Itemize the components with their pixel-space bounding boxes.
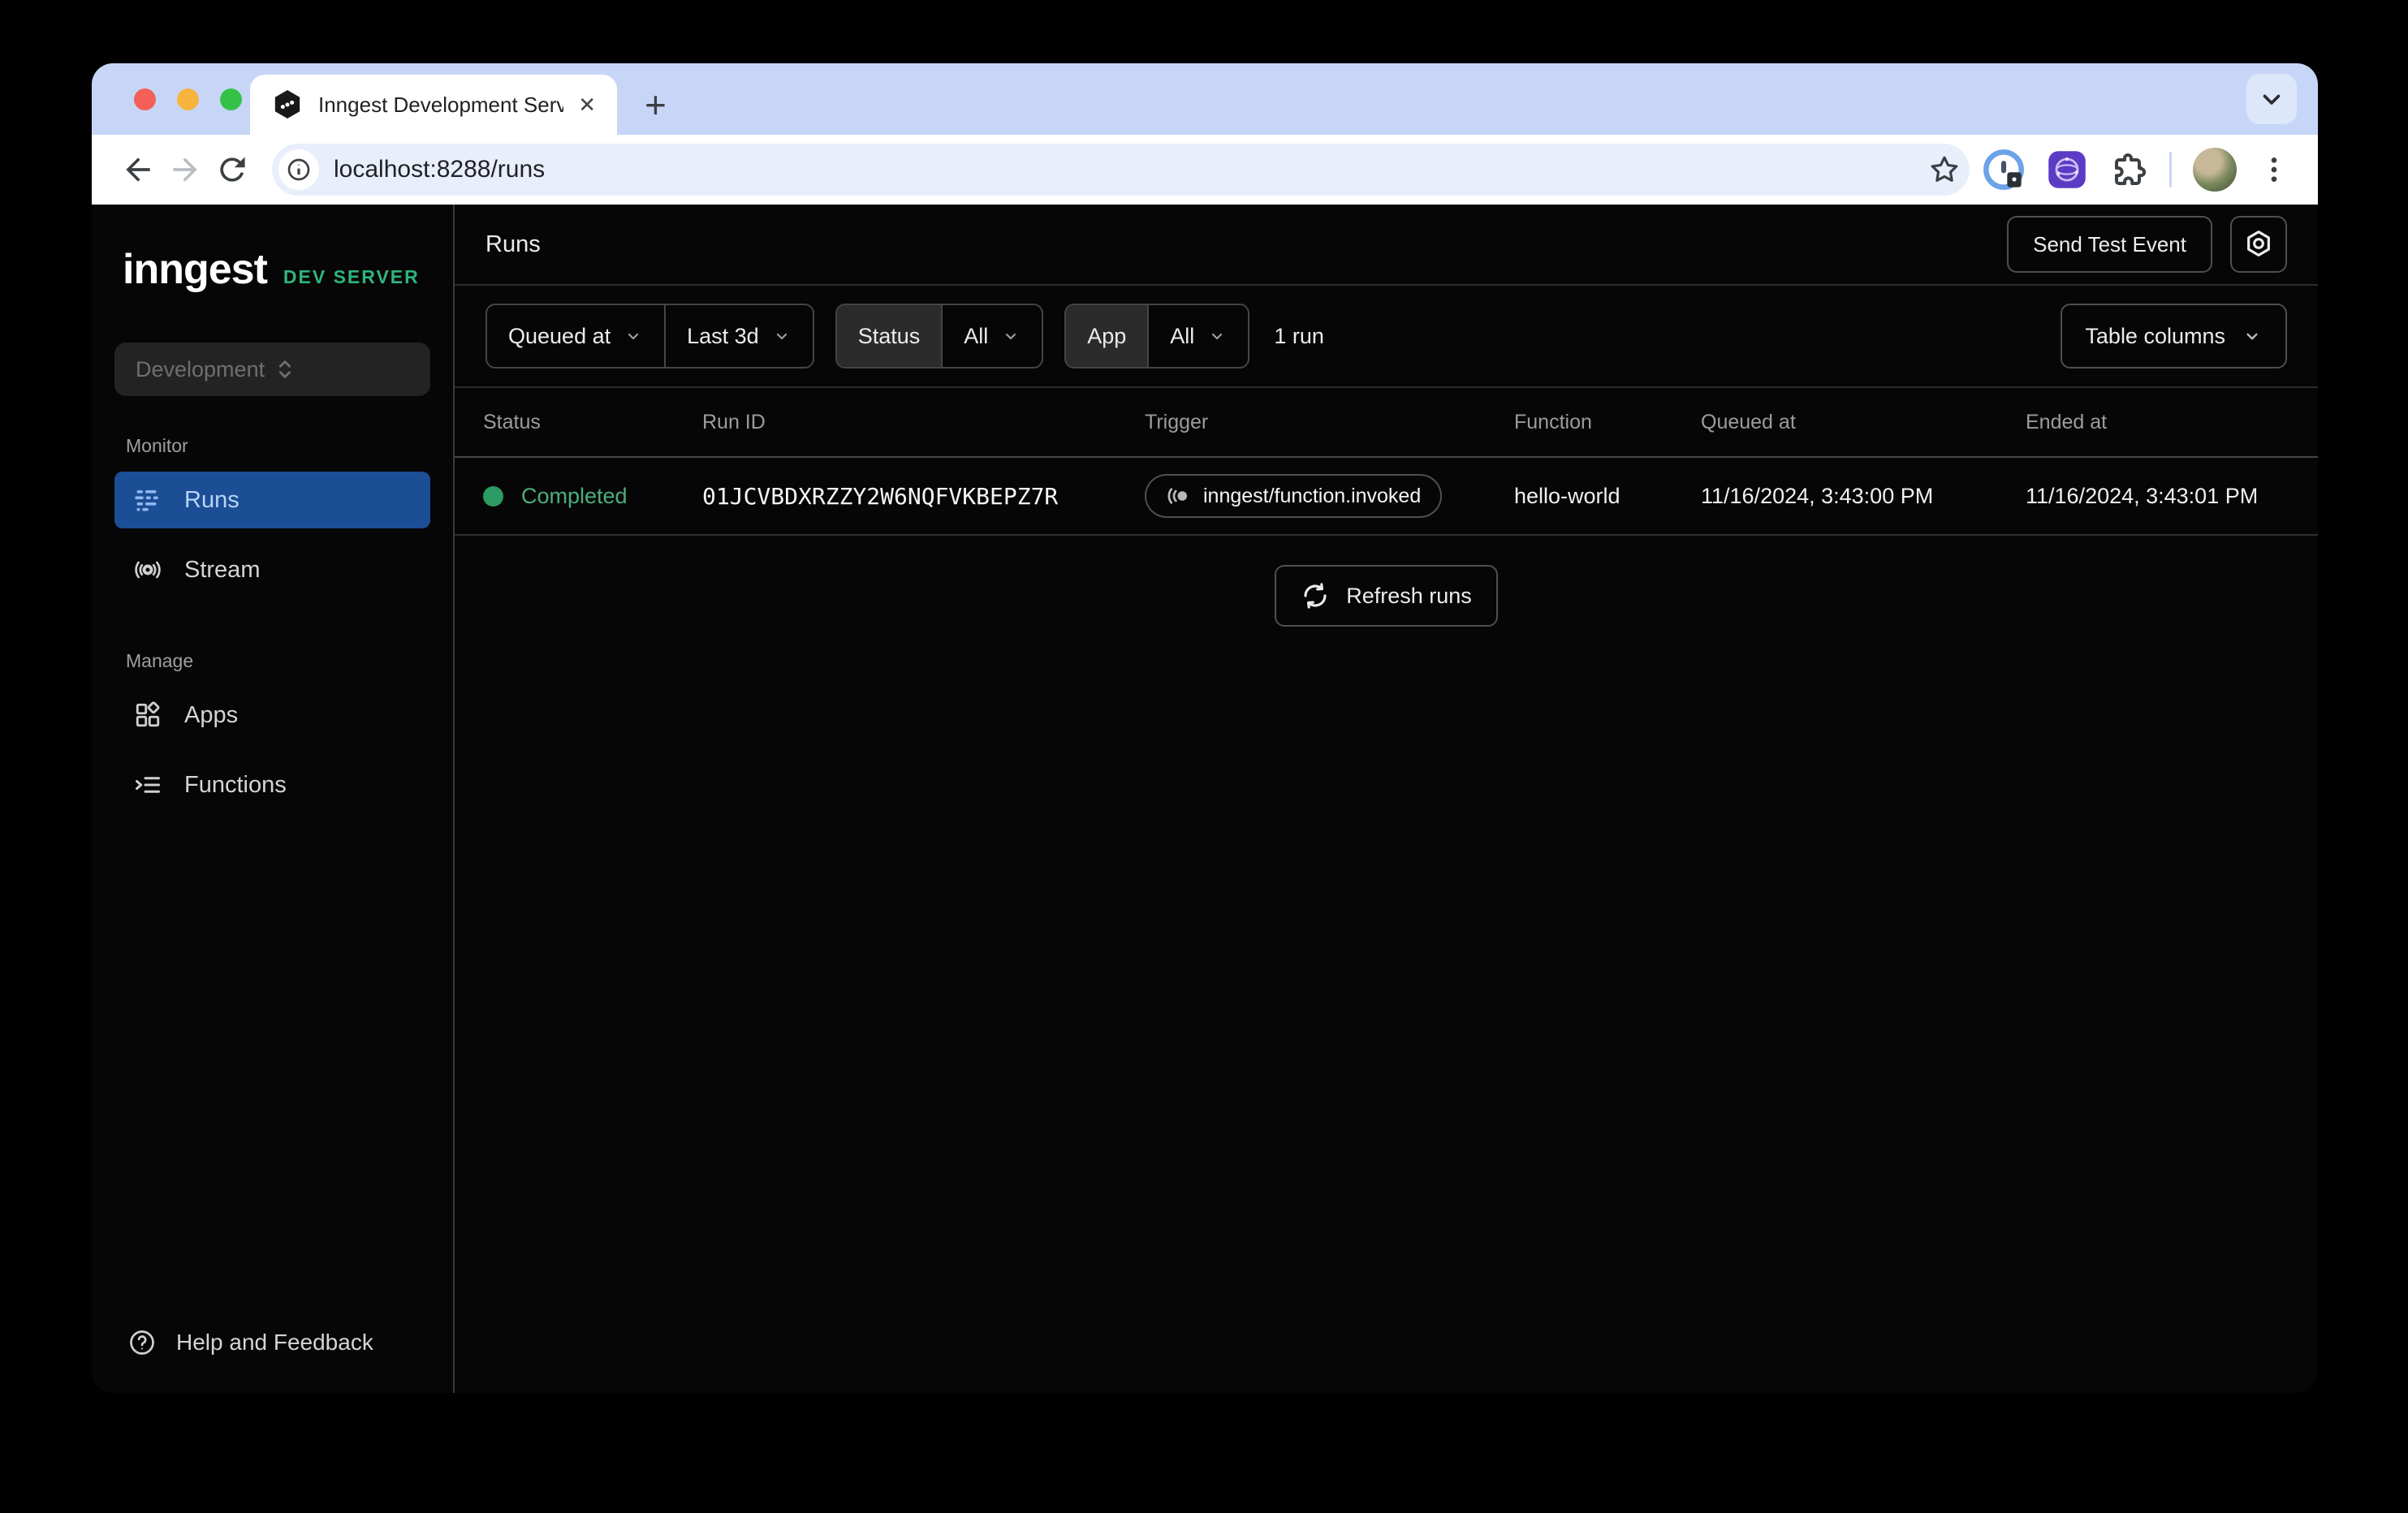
environment-selector-value: Development xyxy=(136,357,273,382)
chevron-down-icon xyxy=(2242,325,2263,347)
status-text: Completed xyxy=(521,484,628,509)
sidebar-item-label: Stream xyxy=(184,557,260,584)
table-columns-label: Table columns xyxy=(2085,324,2225,349)
chevron-updown-icon xyxy=(273,357,410,381)
reload-button[interactable] xyxy=(209,146,256,193)
browser-tab[interactable]: Inngest Development Server ✕ xyxy=(250,75,617,135)
browser-window: Inngest Development Server ✕ + localhost… xyxy=(92,63,2318,1393)
run-id-cell[interactable]: 01JCVBDXRZZY2W6NQFVKBEPZ7R xyxy=(702,483,1145,510)
close-window-button[interactable] xyxy=(134,88,156,110)
sidebar-item-functions[interactable]: Functions xyxy=(114,756,430,813)
refresh-icon xyxy=(1301,581,1330,610)
traffic-lights xyxy=(134,88,242,110)
app-filter-value[interactable]: All xyxy=(1147,305,1248,367)
ended-at-cell: 11/16/2024, 3:43:01 PM xyxy=(2026,484,2289,509)
maximize-window-button[interactable] xyxy=(220,88,242,110)
queued-at-cell: 11/16/2024, 3:43:00 PM xyxy=(1701,484,2026,509)
help-question-icon xyxy=(127,1328,157,1357)
sidebar-item-label: Runs xyxy=(184,487,240,514)
functions-icon xyxy=(132,770,163,800)
table-header: Status Run ID Trigger Function Queued at… xyxy=(455,388,2318,458)
app-filter-group: App All xyxy=(1064,304,1249,369)
column-header-run-id[interactable]: Run ID xyxy=(702,411,1145,434)
runs-icon xyxy=(132,485,163,515)
sidebar-item-stream[interactable]: Stream xyxy=(114,541,430,598)
queued-at-label: Queued at xyxy=(508,324,611,349)
browser-menu-kebab-icon[interactable] xyxy=(2258,153,2290,186)
environment-selector[interactable]: Development xyxy=(114,343,430,396)
page-title: Runs xyxy=(485,231,541,258)
status-filter-label: Status xyxy=(837,305,942,367)
bookmark-star-icon[interactable] xyxy=(1927,153,1961,187)
trigger-badge[interactable]: inngest/function.invoked xyxy=(1145,474,1442,518)
run-count: 1 run xyxy=(1274,324,1324,349)
chevron-down-icon xyxy=(624,326,643,346)
apps-icon xyxy=(132,700,163,730)
site-info-icon[interactable] xyxy=(278,149,319,190)
tab-strip: Inngest Development Server ✕ + xyxy=(92,63,2318,135)
url-text[interactable]: localhost:8288/runs xyxy=(334,156,1927,183)
inngest-favicon-icon xyxy=(271,88,304,121)
toolbar-separator xyxy=(2169,152,2172,188)
column-header-function[interactable]: Function xyxy=(1514,411,1701,434)
queued-at-filter[interactable]: Queued at xyxy=(487,305,664,367)
filter-bar: Queued at Last 3d Status xyxy=(455,286,2318,388)
tab-title: Inngest Development Server xyxy=(318,93,563,118)
minimize-window-button[interactable] xyxy=(177,88,199,110)
trigger-name: inngest/function.invoked xyxy=(1203,485,1421,508)
new-tab-button[interactable]: + xyxy=(645,86,667,123)
page-header: Runs Send Test Event xyxy=(455,205,2318,286)
column-header-trigger[interactable]: Trigger xyxy=(1145,411,1514,434)
manage-section-label: Manage xyxy=(126,650,430,672)
main-panel: Runs Send Test Event Queued at xyxy=(455,205,2318,1393)
chevron-down-icon xyxy=(772,326,792,346)
time-range-value: Last 3d xyxy=(687,324,759,349)
sidebar-item-apps[interactable]: Apps xyxy=(114,687,430,744)
time-filter-group: Queued at Last 3d xyxy=(485,304,814,369)
status-completed-dot xyxy=(483,486,503,506)
sidebar-item-label: Apps xyxy=(184,702,238,729)
browser-toolbar: localhost:8288/runs xyxy=(92,135,2318,205)
column-header-ended-at[interactable]: Ended at xyxy=(2026,411,2289,434)
refresh-runs-button[interactable]: Refresh runs xyxy=(1275,565,1498,627)
status-filter-group: Status All xyxy=(835,304,1044,369)
forward-button[interactable] xyxy=(162,146,209,193)
back-button[interactable] xyxy=(114,146,162,193)
chevron-down-icon xyxy=(1001,326,1021,346)
status-filter-value[interactable]: All xyxy=(941,305,1042,367)
tab-search-chevron-button[interactable] xyxy=(2246,74,2297,124)
run-status-cell: Completed xyxy=(483,484,702,509)
purple-extension-icon[interactable] xyxy=(2046,149,2088,191)
column-header-queued-at[interactable]: Queued at xyxy=(1701,411,2026,434)
help-and-feedback[interactable]: Help and Feedback xyxy=(127,1328,430,1357)
column-header-status[interactable]: Status xyxy=(483,411,702,434)
dev-server-badge: DEV SERVER xyxy=(283,266,420,288)
inngest-logo-text: inngest xyxy=(123,245,267,294)
chevron-down-icon xyxy=(1207,326,1227,346)
app-filter-label: App xyxy=(1066,305,1147,367)
sidebar-item-runs[interactable]: Runs xyxy=(114,472,430,528)
toolbar-extensions xyxy=(1983,148,2295,192)
url-bar[interactable]: localhost:8288/runs xyxy=(272,144,1970,196)
time-range-filter[interactable]: Last 3d xyxy=(664,305,813,367)
app-content: inngest DEV SERVER Development Monitor R… xyxy=(92,205,2318,1393)
help-label: Help and Feedback xyxy=(176,1330,373,1356)
function-cell[interactable]: hello-world xyxy=(1514,484,1701,509)
profile-avatar[interactable] xyxy=(2193,148,2237,192)
stream-icon xyxy=(132,555,163,584)
monitor-section-label: Monitor xyxy=(126,435,430,457)
event-trigger-icon xyxy=(1166,484,1190,508)
sidebar-item-label: Functions xyxy=(184,772,287,799)
table-columns-button[interactable]: Table columns xyxy=(2061,304,2287,369)
settings-gear-button[interactable] xyxy=(2230,216,2287,273)
send-test-event-button[interactable]: Send Test Event xyxy=(2007,216,2212,273)
password-manager-extension-icon[interactable] xyxy=(1983,149,2025,191)
trigger-cell: inngest/function.invoked xyxy=(1145,474,1514,518)
refresh-label: Refresh runs xyxy=(1346,584,1472,609)
logo: inngest DEV SERVER xyxy=(123,245,430,294)
table-row[interactable]: Completed 01JCVBDXRZZY2W6NQFVKBEPZ7R inn… xyxy=(455,458,2318,536)
extensions-puzzle-icon[interactable] xyxy=(2109,150,2148,189)
sidebar: inngest DEV SERVER Development Monitor R… xyxy=(92,205,455,1393)
close-tab-icon[interactable]: ✕ xyxy=(578,93,596,118)
